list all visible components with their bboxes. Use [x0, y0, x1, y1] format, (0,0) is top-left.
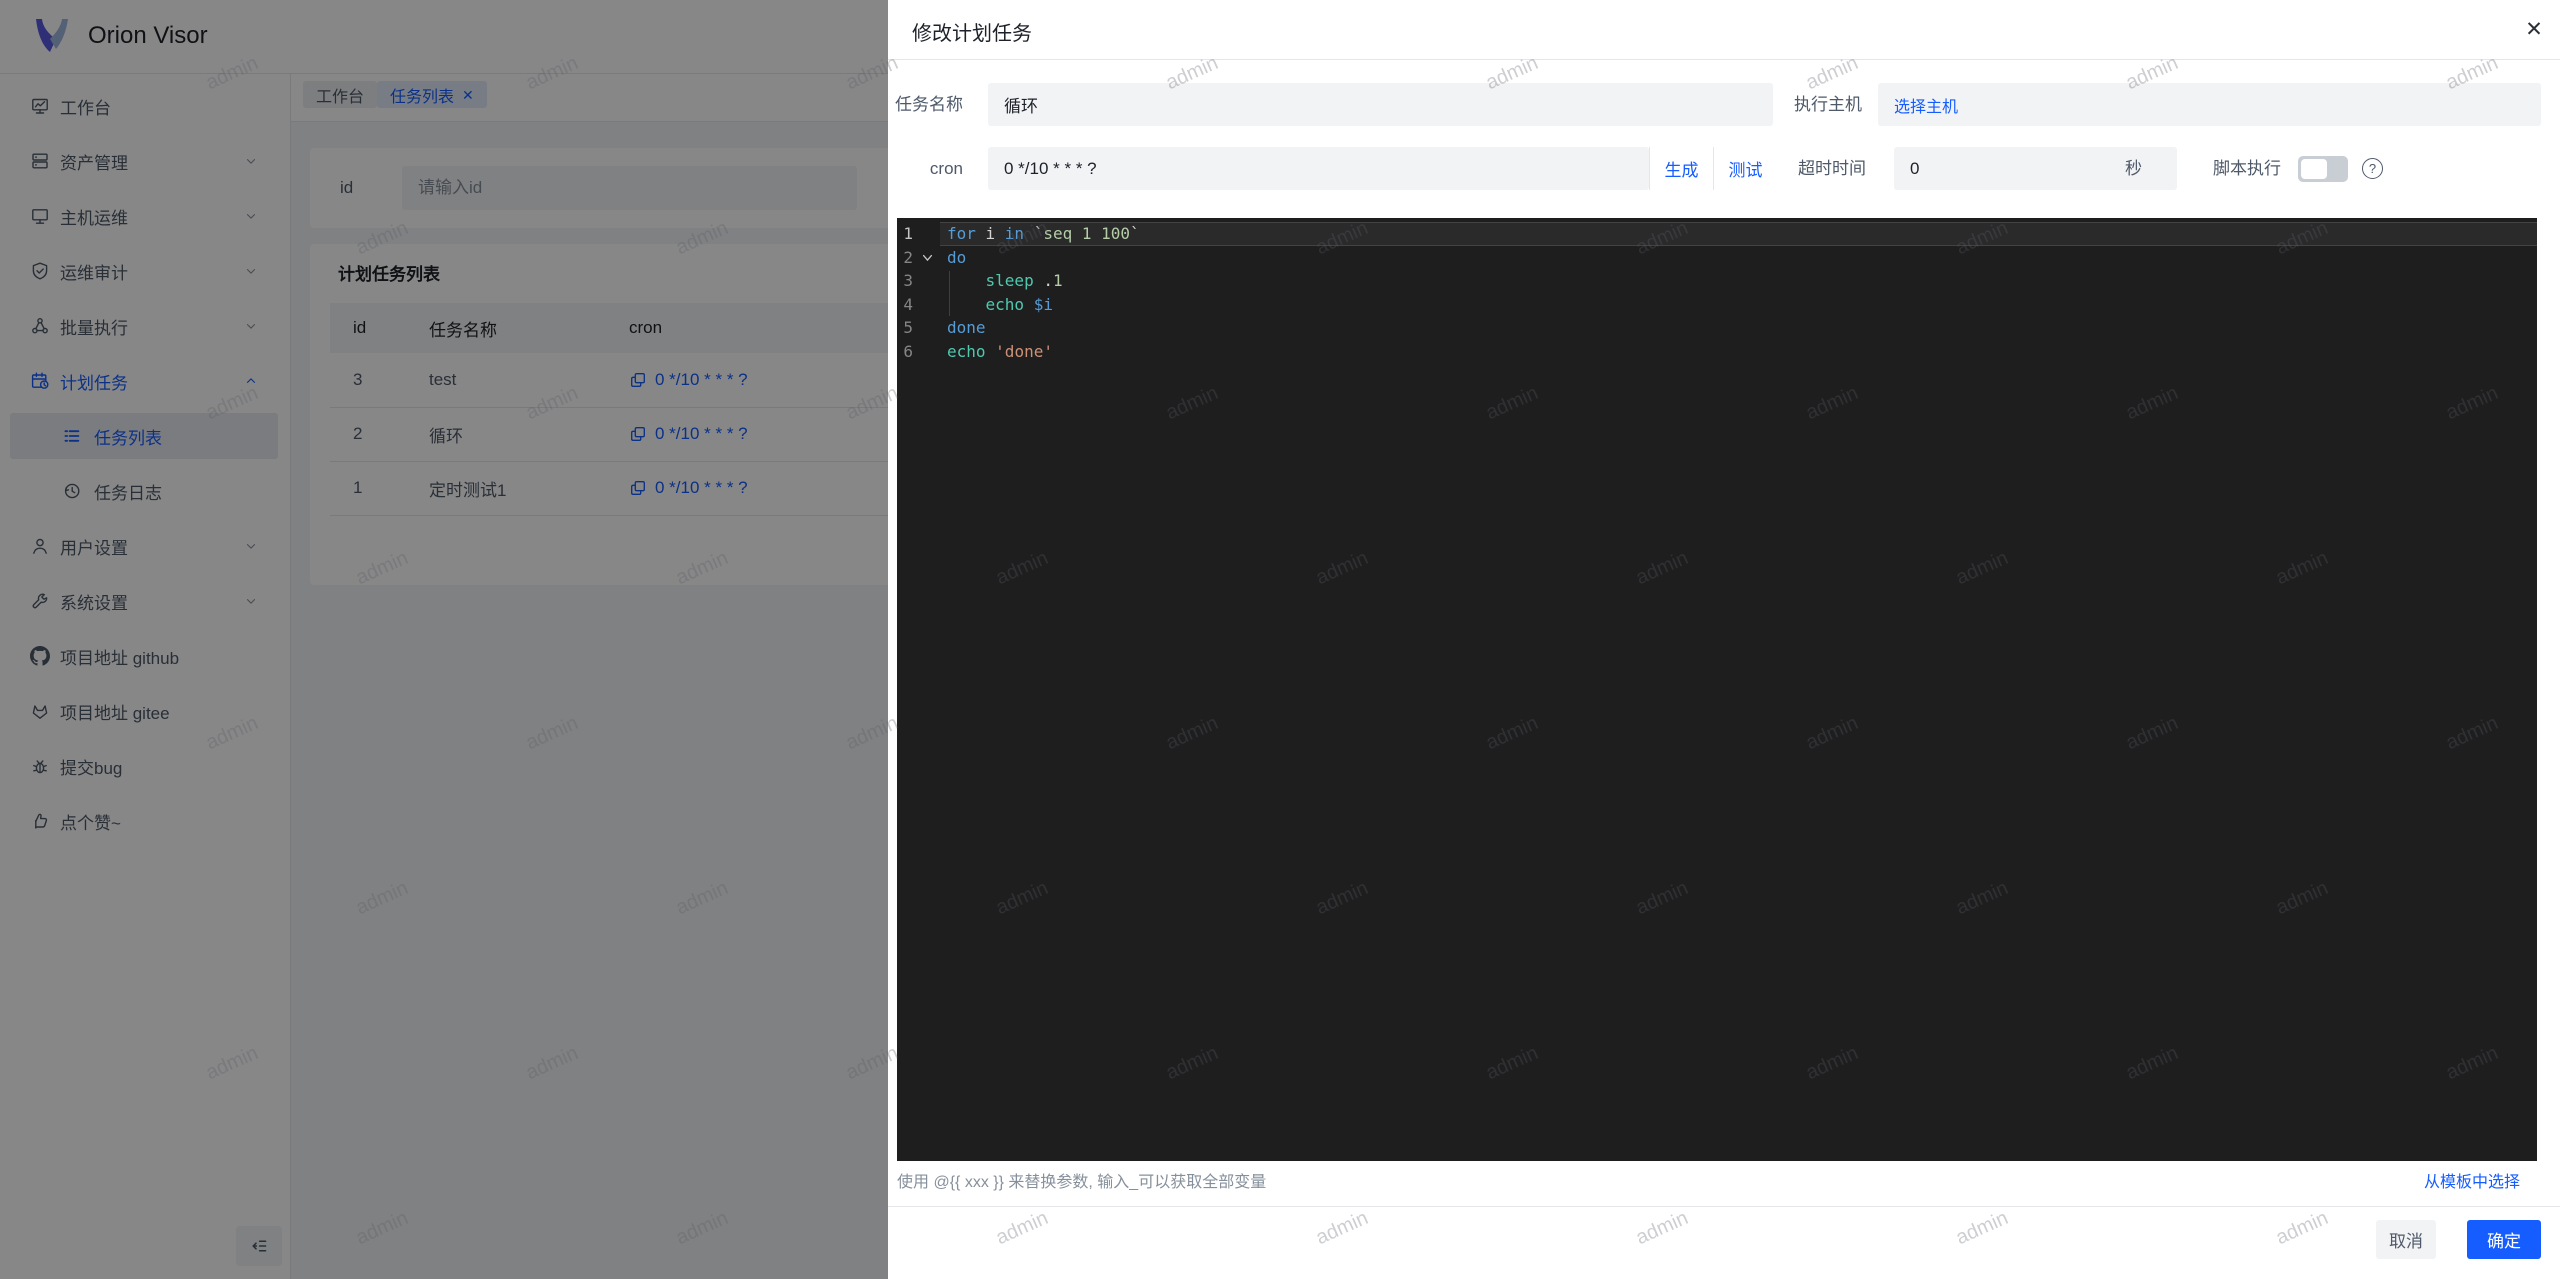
- timeout-label: 超时时间: [1798, 159, 1866, 178]
- line-number: 4: [903, 294, 913, 314]
- cron-label: cron: [929, 159, 963, 178]
- cron-input[interactable]: [988, 147, 1649, 190]
- line-number: 5: [903, 318, 913, 338]
- params-hint-text: 使用 @{{ xxx }} 来替换参数, 输入_可以获取全部变量: [897, 1174, 1267, 1191]
- select-host-link[interactable]: 选择主机: [1894, 93, 1958, 117]
- cron-actions: 生成 测试: [1649, 147, 1777, 190]
- editor-line-numbers: 1 2 3 4 5 6: [897, 222, 913, 364]
- line-number: 2: [903, 247, 913, 267]
- drawer-footer: 取消 确定: [888, 1206, 2560, 1279]
- task-name-input[interactable]: [988, 83, 1773, 126]
- close-icon[interactable]: ✕: [2519, 14, 2549, 44]
- cancel-button[interactable]: 取消: [2376, 1220, 2436, 1259]
- editor-current-line-highlight: [940, 222, 2537, 246]
- edit-task-drawer: 修改计划任务 ✕ 任务名称 执行主机 选择主机 cron 生成 测试 超时时间 …: [888, 0, 2560, 1279]
- line-number: 6: [903, 341, 913, 361]
- page: Orion Visor 工作台 资产管理 主机运维 运维审计 批量执行 计划任务…: [0, 0, 2560, 1279]
- choose-from-template-link[interactable]: 从模板中选择: [2368, 1168, 2520, 1192]
- line-number: 3: [903, 271, 913, 291]
- help-icon[interactable]: ?: [2362, 158, 2383, 179]
- script-code-editor[interactable]: 1 2 3 4 5 6 for i in `seq 1 100` do sleep…: [897, 218, 2537, 1161]
- drawer-header: 修改计划任务 ✕: [888, 0, 2560, 60]
- editor-code[interactable]: for i in `seq 1 100` do sleep .1 echo $i d…: [947, 222, 1140, 364]
- line-number: 1: [903, 224, 913, 243]
- drawer-title: 修改计划任务: [912, 23, 1032, 45]
- cron-generate-button[interactable]: 生成: [1649, 147, 1713, 190]
- task-name-label: 任务名称: [895, 95, 963, 114]
- toggle-knob: [2301, 159, 2327, 179]
- timeout-unit: 秒: [2125, 159, 2142, 178]
- ok-button[interactable]: 确定: [2467, 1220, 2541, 1259]
- exec-host-label: 执行主机: [1794, 95, 1862, 114]
- script-exec-label: 脚本执行: [2213, 159, 2281, 178]
- host-select-field[interactable]: 选择主机: [1878, 83, 2541, 126]
- script-exec-toggle[interactable]: [2298, 156, 2348, 182]
- fold-chevron-icon[interactable]: [921, 251, 934, 264]
- cron-test-button[interactable]: 测试: [1713, 147, 1777, 190]
